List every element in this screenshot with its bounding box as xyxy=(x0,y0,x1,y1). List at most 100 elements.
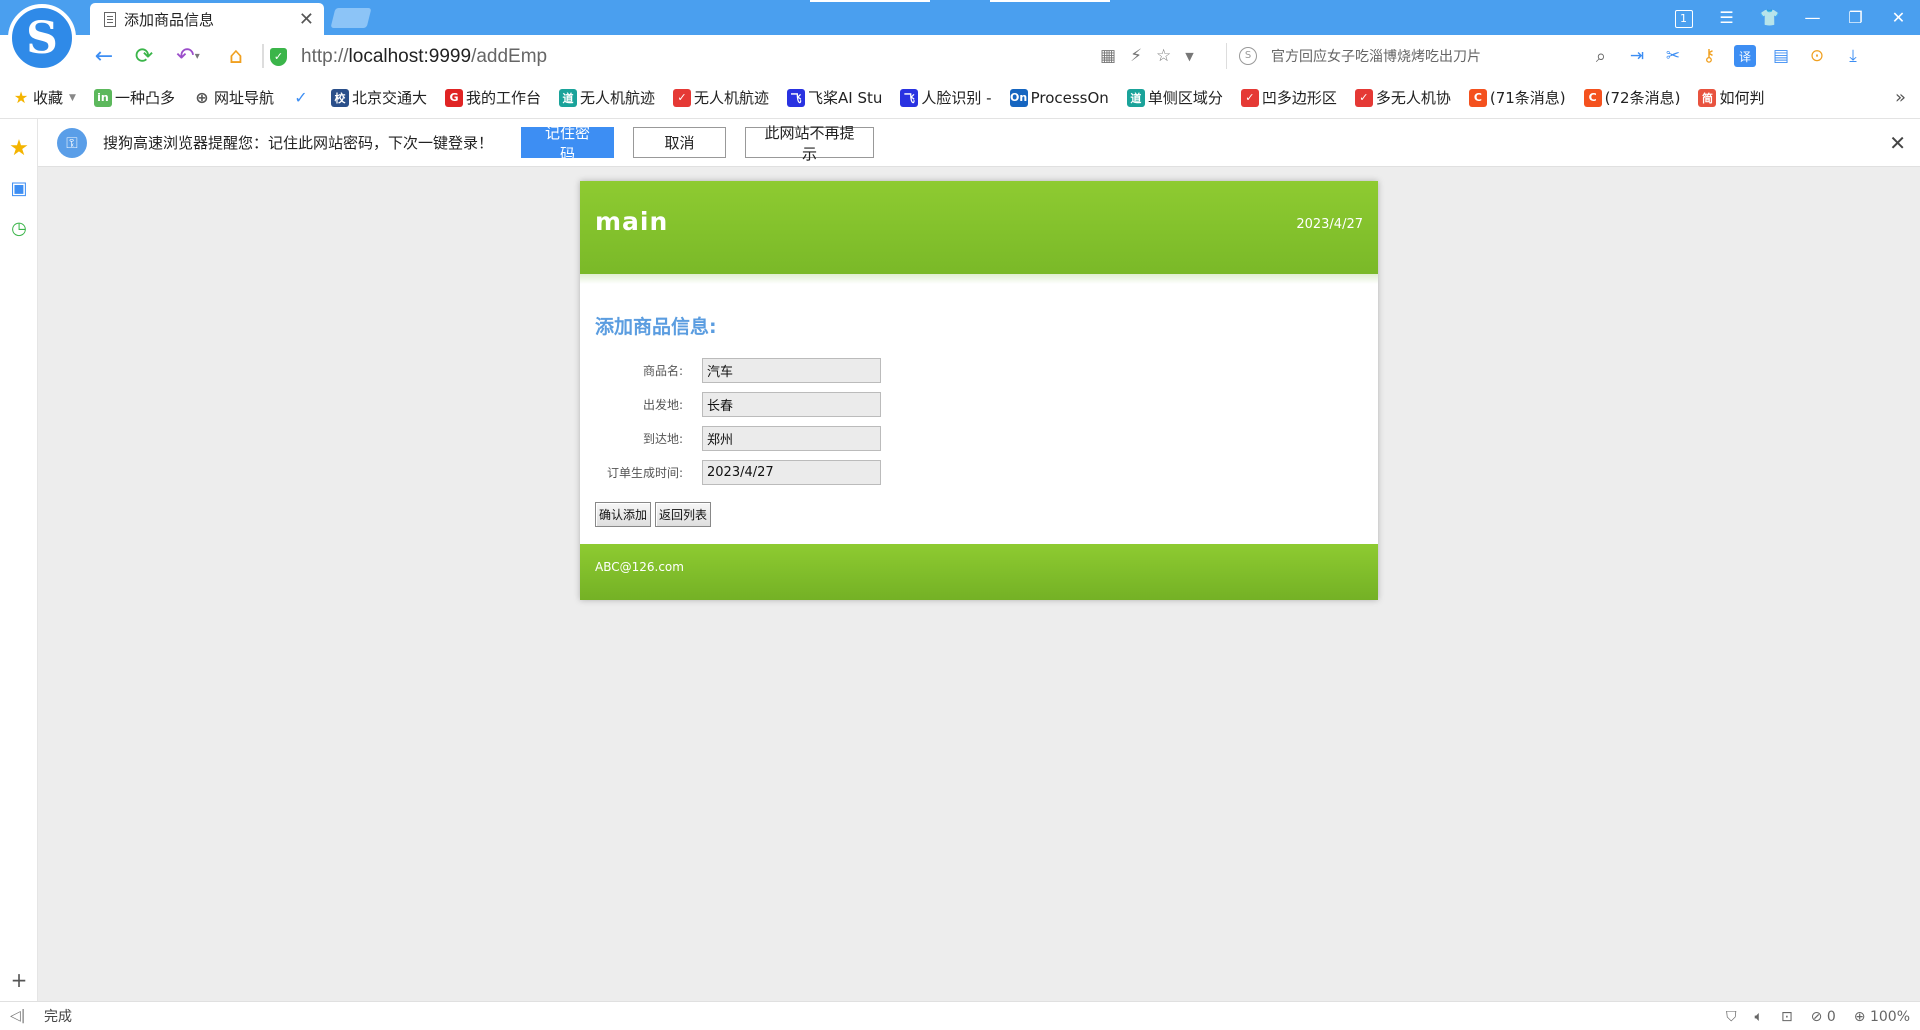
favorites-star-icon[interactable]: ★ xyxy=(8,136,30,161)
star-icon: ★ xyxy=(13,88,29,107)
destination-label: 到达地: xyxy=(642,431,683,446)
form-row-departure: 出发地: xyxy=(580,387,1378,421)
bookmark-item[interactable]: in 一种凸多 xyxy=(93,87,175,108)
chevron-down-icon[interactable]: ▼ xyxy=(69,93,76,103)
bookmark-item[interactable]: ✓ 凹多边形区 xyxy=(1240,87,1337,108)
menu-icon[interactable]: ☰ xyxy=(1705,8,1748,27)
adblock-status[interactable]: ⊘ 0 xyxy=(1811,1009,1836,1025)
sidebar-toggle-icon[interactable]: ◁| xyxy=(10,1008,30,1024)
bookmark-label: 单侧区域分 xyxy=(1147,89,1223,107)
history-clock-icon[interactable]: ◷ xyxy=(8,217,30,239)
zoom-icon: ⊕ xyxy=(1853,1008,1866,1025)
cancel-button[interactable]: 取消 xyxy=(633,127,727,158)
destination-input[interactable] xyxy=(702,425,881,451)
search-box[interactable]: S 官方回应女子吃淄博烧烤吃出刀片 ⌕ xyxy=(1226,43,1606,69)
bookmark-item[interactable]: 飞人脸识别 - xyxy=(900,87,992,108)
window-count-button[interactable]: 1 xyxy=(1662,7,1705,28)
departure-label: 出发地: xyxy=(642,397,683,412)
bookmark-item[interactable]: On ProcessOn xyxy=(1009,88,1109,107)
back-to-list-button[interactable]: 返回列表 xyxy=(655,502,712,527)
never-remind-button[interactable]: 此网站不再提示 xyxy=(745,124,875,163)
dropdown-icon[interactable]: ▼ xyxy=(1185,50,1193,63)
bookmark-label: 收藏 xyxy=(33,89,64,107)
bookmark-item[interactable]: C (71条消息) xyxy=(1468,87,1566,108)
bookmark-item[interactable]: ✓ 多无人机协 xyxy=(1354,87,1451,108)
add-panel-icon[interactable]: + xyxy=(8,968,30,992)
bookmark-label: 一种凸多 xyxy=(114,89,175,107)
bookmark-item[interactable]: 飞飞桨AI Stu xyxy=(787,87,882,108)
confirm-add-button[interactable]: 确认添加 xyxy=(595,502,652,527)
sound-icon[interactable]: 🔈︎ xyxy=(1755,1009,1763,1025)
footer-email: ABC@126.com xyxy=(595,560,684,574)
bookmark-item[interactable]: 简如何判 xyxy=(1698,87,1764,108)
bookmark-item[interactable]: C (72条消息) xyxy=(1583,87,1681,108)
url-text: http://localhost:9999/addEmp xyxy=(301,46,548,67)
bookmark-label: 如何判 xyxy=(1719,89,1765,107)
capture-icon[interactable]: ⊡ xyxy=(1781,1009,1793,1025)
bookmark-item[interactable]: 校北京交通大 xyxy=(330,87,427,108)
password-notification-bar: ⚿ 搜狗高速浏览器提醒您：记住此网站密码，下次一键登录！ 记住密码 取消 此网站… xyxy=(38,119,1920,167)
bookmarks-more-icon[interactable]: » xyxy=(1895,87,1906,108)
qr-code-icon[interactable]: ▦ xyxy=(1100,46,1116,66)
add-product-form: 商品名: 出发地: 到达地: 订单生成时间: xyxy=(580,353,1378,489)
search-icon[interactable]: ⌕ xyxy=(1596,46,1606,67)
doc-icon: 道 xyxy=(559,88,577,107)
paddle-icon: 飞 xyxy=(900,88,919,107)
sogou-search-icon: S xyxy=(1239,47,1257,65)
order-time-input[interactable] xyxy=(702,459,881,485)
home-icon[interactable]: ⌂ xyxy=(220,35,252,77)
bookmark-label: 多无人机协 xyxy=(1375,89,1451,107)
reader-panel-icon[interactable]: ▣ xyxy=(8,177,30,199)
undo-close-icon[interactable]: ↶ ▾ xyxy=(168,35,208,77)
c-icon: C xyxy=(1468,88,1487,107)
notification-close-icon[interactable]: ✕ xyxy=(1889,131,1906,155)
page-container: main 2023/4/27 添加商品信息: 商品名: 出发地: 到达地: 订单… xyxy=(580,181,1378,600)
refresh-icon[interactable]: ⟳ xyxy=(128,35,160,77)
reader-icon[interactable]: ▤ xyxy=(1770,45,1792,67)
bookmark-label: (72条消息) xyxy=(1604,89,1681,107)
url-field[interactable]: ✓ http://localhost:9999/addEmp xyxy=(270,44,1090,70)
minimize-icon[interactable]: — xyxy=(1791,8,1834,27)
product-name-input[interactable] xyxy=(702,357,881,383)
bookmark-label: 飞桨AI Stu xyxy=(808,89,883,107)
bookmark-item[interactable]: ⊕ 网址导航 xyxy=(193,87,274,108)
check-icon: ✓ xyxy=(294,88,308,107)
scissors-icon[interactable]: ✂ xyxy=(1662,45,1684,67)
tab-close-icon[interactable]: ✕ xyxy=(299,9,314,30)
sogou-logo[interactable]: S xyxy=(8,4,76,72)
more-icon[interactable]: ⊙ xyxy=(1806,45,1828,67)
toolbar-icons: ⇥ ✂ ⚷ 译 ▤ ⊙ ⤓ xyxy=(1626,35,1864,77)
bookmark-label: (71条消息) xyxy=(1489,89,1566,107)
progress-line xyxy=(990,0,1110,2)
key-icon[interactable]: ⚷ xyxy=(1698,45,1720,67)
skin-icon[interactable]: 👕 xyxy=(1748,8,1791,27)
bookmark-star-icon[interactable]: ☆ xyxy=(1156,46,1171,66)
bookmark-item[interactable]: G 我的工作台 xyxy=(444,87,541,108)
page-title: main xyxy=(595,207,669,236)
zoom-control[interactable]: ⊕ 100% xyxy=(1854,1009,1910,1025)
lightning-icon[interactable]: ⚡ xyxy=(1130,46,1142,66)
doc-icon: 道 xyxy=(1126,88,1145,107)
new-tab-button[interactable] xyxy=(330,8,372,28)
page-viewport: main 2023/4/27 添加商品信息: 商品名: 出发地: 到达地: 订单… xyxy=(38,167,1920,1001)
departure-input[interactable] xyxy=(702,391,881,417)
security-shield-icon[interactable]: ⛉ xyxy=(1726,1009,1737,1025)
csdn-icon: ✓ xyxy=(1240,88,1259,107)
tab-active[interactable]: 添加商品信息 ✕ xyxy=(90,3,324,35)
product-name-label: 商品名: xyxy=(642,363,683,378)
back-icon[interactable]: ← xyxy=(88,35,120,77)
remember-password-button[interactable]: 记住密码 xyxy=(521,124,615,163)
search-suggestion[interactable]: 官方回应女子吃淄博烧烤吃出刀片 xyxy=(1271,46,1596,66)
bookmark-item[interactable]: 道单侧区域分 xyxy=(1126,87,1223,108)
login-icon[interactable]: ⇥ xyxy=(1626,45,1648,67)
status-right: ⛉ 🔈︎ ⊡ ⊘ 0 ⊕ 100% xyxy=(1726,1002,1910,1030)
translate-icon[interactable]: 译 xyxy=(1734,45,1756,67)
close-window-icon[interactable]: ✕ xyxy=(1877,8,1920,27)
download-icon[interactable]: ⤓ xyxy=(1842,45,1864,67)
bookmark-item[interactable]: ✓ 无人机航迹 xyxy=(673,87,769,108)
bookmark-item[interactable]: 道无人机航迹 xyxy=(559,87,655,108)
form-row-product-name: 商品名: xyxy=(580,353,1378,387)
restore-icon[interactable]: ❐ xyxy=(1834,8,1877,27)
bookmark-item[interactable]: ✓ xyxy=(292,88,313,107)
bookmark-item[interactable]: ★ 收藏 ▼ xyxy=(12,87,76,108)
